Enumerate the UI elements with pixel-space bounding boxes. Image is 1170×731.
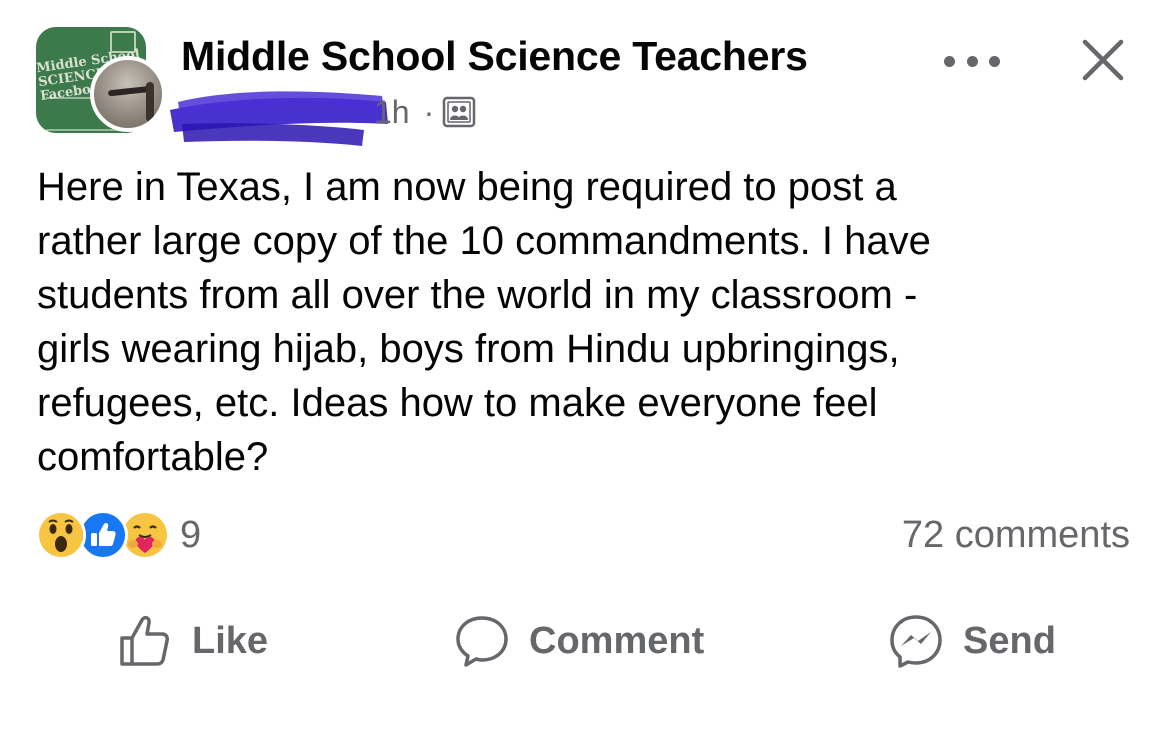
comment-label: Comment: [529, 619, 705, 662]
group-members-icon: [443, 96, 476, 128]
redacted-author-name: [170, 91, 388, 146]
avatar-figure-leg: [146, 82, 154, 122]
dot-icon: [966, 55, 978, 67]
more-options-button[interactable]: [944, 46, 1000, 76]
dot-icon: [944, 55, 955, 67]
send-label: Send: [963, 619, 1056, 662]
messenger-icon: [890, 615, 942, 668]
post-meta: 1h ·: [374, 93, 476, 131]
reactions-summary[interactable]: 9: [36, 509, 201, 561]
author-avatar[interactable]: [90, 56, 166, 132]
group-name-link[interactable]: Middle School Science Teachers: [181, 33, 808, 79]
comment-icon: [456, 616, 508, 667]
meta-separator: ·: [423, 94, 435, 130]
post-time[interactable]: 1h: [374, 93, 410, 131]
reaction-count: 9: [180, 513, 202, 556]
like-icon: [120, 615, 169, 666]
close-icon[interactable]: [1077, 34, 1129, 86]
wow-reaction-icon: [36, 510, 86, 560]
comment-button[interactable]: Comment: [453, 606, 704, 676]
like-button[interactable]: Like: [116, 606, 268, 676]
send-button[interactable]: Send: [887, 606, 1056, 676]
comments-count-link[interactable]: 72 comments: [902, 511, 1130, 559]
like-label: Like: [192, 619, 269, 662]
dot-icon: [989, 55, 1000, 67]
post-body-text: Here in Texas, I am now being required t…: [37, 165, 931, 479]
post-card: Middle School SCIENCE TE Facebook Middle…: [0, 0, 1170, 731]
